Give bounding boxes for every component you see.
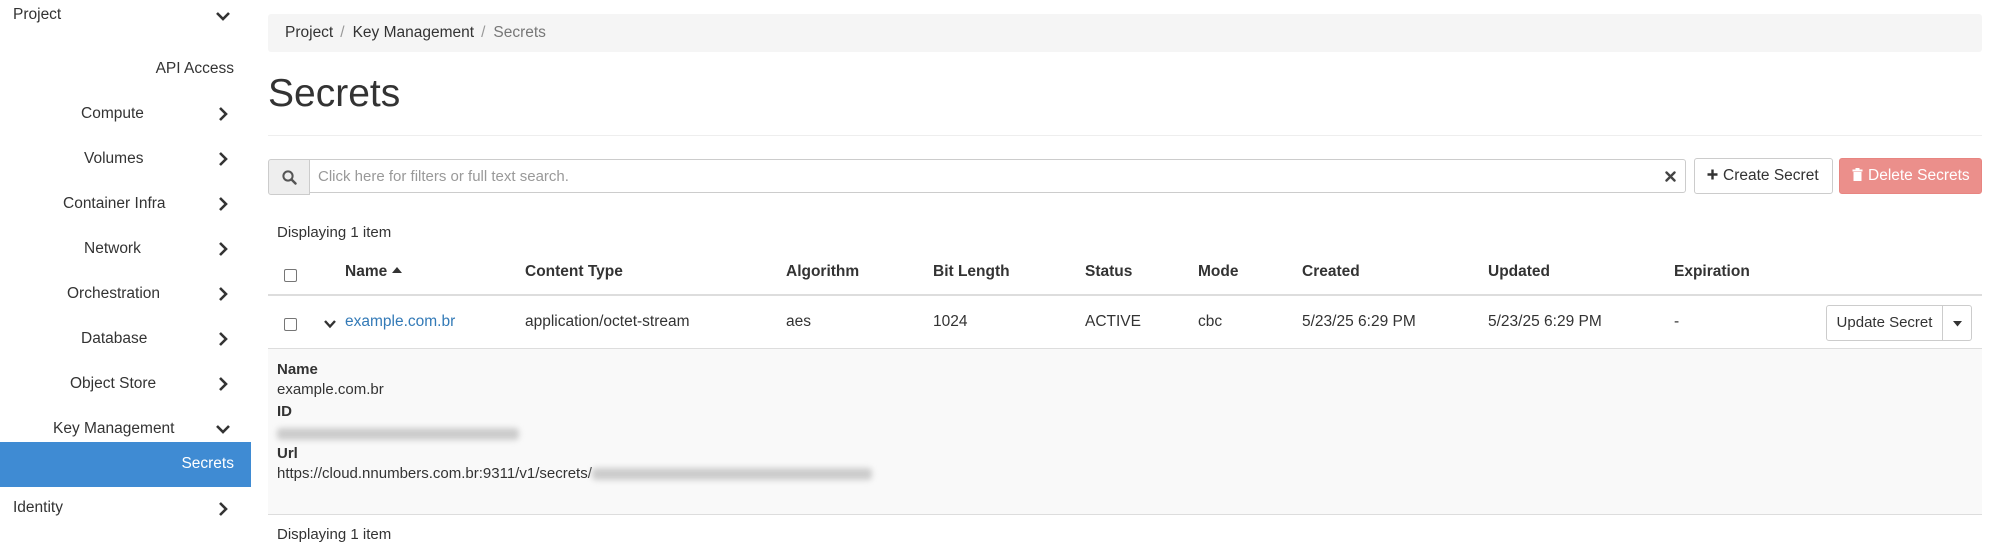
sidebar-item-label: Network (84, 240, 141, 257)
column-header-expiration[interactable]: Expiration (1674, 263, 1750, 281)
sidebar-item-label: Project (13, 6, 62, 23)
column-header-content-type[interactable]: Content Type (525, 263, 623, 281)
search-addon (268, 159, 310, 195)
sidebar-item-project[interactable]: Project (0, 0, 251, 45)
cell-status: ACTIVE (1085, 313, 1141, 330)
caret-down-icon (1953, 321, 1962, 327)
breadcrumb-item-key-management[interactable]: Key Management (353, 14, 475, 52)
sidebar-item-label: API Access (155, 60, 234, 77)
sidebar-item-label: Database (81, 330, 148, 347)
column-header-algorithm[interactable]: Algorithm (786, 263, 859, 281)
sidebar: Project API Access Compute Volumes Conta… (0, 0, 251, 548)
detail-id-label: ID (277, 403, 292, 420)
search-icon (282, 170, 297, 185)
create-secret-label: Create Secret (1723, 167, 1819, 184)
cell-updated: 5/23/25 6:29 PM (1488, 313, 1602, 330)
breadcrumb-separator: / (481, 24, 486, 41)
chevron-right-icon (219, 197, 228, 211)
trash-icon (1852, 168, 1863, 182)
detail-name-value: example.com.br (277, 381, 384, 398)
sidebar-item-label: Container Infra (63, 195, 166, 212)
breadcrumb-item-secrets: Secrets (493, 24, 546, 41)
row-actions-dropdown-toggle[interactable] (1942, 305, 1972, 341)
sidebar-item-secrets[interactable]: Secrets (0, 442, 251, 487)
column-header-created[interactable]: Created (1302, 263, 1360, 281)
chevron-down-icon (216, 12, 230, 21)
sidebar-item-label: Volumes (84, 150, 144, 167)
chevron-right-icon (219, 287, 228, 301)
create-secret-button[interactable]: Create Secret (1694, 158, 1833, 194)
update-secret-button[interactable]: Update Secret (1826, 305, 1943, 341)
table-header-divider (268, 294, 1982, 296)
plus-icon (1707, 169, 1718, 180)
sidebar-item-orchestration[interactable]: Orchestration (0, 273, 251, 318)
sidebar-item-object-store[interactable]: Object Store (0, 363, 251, 408)
page-title: Secrets (268, 72, 401, 115)
column-header-name[interactable]: Name (345, 263, 402, 281)
chevron-down-icon[interactable] (323, 318, 337, 330)
delete-secrets-button[interactable]: Delete Secrets (1839, 158, 1982, 194)
breadcrumb-item-project[interactable]: Project (285, 14, 333, 52)
secret-detail-panel (268, 349, 1982, 514)
column-header-bit-length[interactable]: Bit Length (933, 263, 1010, 281)
sidebar-item-identity[interactable]: Identity (0, 497, 251, 542)
chevron-right-icon (219, 377, 228, 391)
sidebar-item-api-access[interactable]: API Access (0, 48, 251, 93)
chevron-right-icon (219, 152, 228, 166)
detail-url-label: Url (277, 445, 298, 462)
breadcrumb: Project / Key Management / Secrets (268, 14, 1982, 52)
cell-expiration: - (1674, 313, 1680, 330)
sidebar-item-label: Compute (81, 105, 144, 122)
secret-name-link[interactable]: example.com.br (345, 313, 455, 331)
detail-id-value-redacted (277, 425, 519, 442)
cell-created: 5/23/25 6:29 PM (1302, 313, 1416, 330)
chevron-right-icon (219, 502, 228, 516)
sidebar-item-network[interactable]: Network (0, 228, 251, 273)
row-checkbox[interactable] (284, 318, 297, 331)
sort-asc-icon (391, 267, 402, 273)
display-count-top: Displaying 1 item (277, 224, 392, 241)
chevron-right-icon (219, 242, 228, 256)
detail-divider (268, 514, 1982, 515)
sidebar-item-label: Object Store (70, 375, 157, 392)
search-bar (268, 159, 1686, 195)
cell-mode: cbc (1198, 313, 1223, 330)
sidebar-item-database[interactable]: Database (0, 318, 251, 363)
search-input[interactable] (309, 159, 1686, 193)
display-count-bottom: Displaying 1 item (277, 526, 392, 543)
delete-secrets-label: Delete Secrets (1868, 167, 1970, 184)
chevron-right-icon (219, 332, 228, 346)
cell-bit-length: 1024 (933, 313, 968, 330)
detail-name-label: Name (277, 361, 318, 378)
divider (268, 135, 1982, 136)
breadcrumb-separator: / (340, 24, 345, 41)
column-header-updated[interactable]: Updated (1488, 263, 1550, 281)
sidebar-item-compute[interactable]: Compute (0, 93, 251, 138)
sidebar-item-label: Orchestration (67, 285, 161, 302)
select-all-checkbox[interactable] (284, 269, 297, 282)
sidebar-item-container-infra[interactable]: Container Infra (0, 183, 251, 228)
sidebar-item-label: Key Management (53, 420, 175, 437)
chevron-down-icon (216, 425, 230, 434)
cell-algorithm: aes (786, 313, 811, 330)
close-icon[interactable] (1665, 171, 1676, 182)
detail-url-value: https://cloud.nnumbers.com.br:9311/v1/se… (277, 465, 872, 482)
sidebar-item-volumes[interactable]: Volumes (0, 138, 251, 183)
sidebar-item-label: Secrets (181, 455, 234, 472)
column-header-mode[interactable]: Mode (1198, 263, 1238, 281)
cell-content-type: application/octet-stream (525, 313, 690, 330)
sidebar-item-label: Identity (13, 499, 63, 516)
chevron-right-icon (219, 107, 228, 121)
column-header-status[interactable]: Status (1085, 263, 1132, 281)
